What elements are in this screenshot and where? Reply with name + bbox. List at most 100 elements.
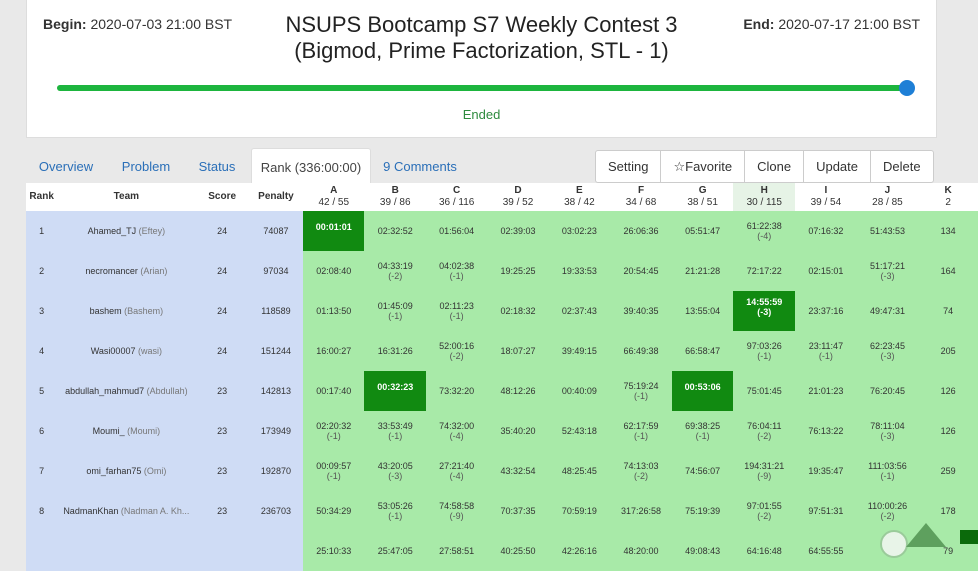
- problem-cell[interactable]: 62:17:59 (-1): [610, 411, 672, 451]
- header-problem-k[interactable]: K2: [918, 183, 978, 211]
- problem-cell[interactable]: 02:18:32: [487, 291, 549, 331]
- header-problem-g[interactable]: G 38 / 51: [671, 183, 734, 211]
- scroll-top-button[interactable]: [880, 530, 908, 558]
- problem-cell[interactable]: 74:32:00 (-4): [425, 411, 488, 451]
- problem-cell[interactable]: 75:19:24 (-1): [610, 371, 672, 411]
- problem-cell[interactable]: 76:20:45: [856, 371, 919, 411]
- header-problem-c[interactable]: C 36 / 116: [425, 183, 488, 211]
- problem-cell[interactable]: 75:01:45: [733, 371, 796, 411]
- problem-cell[interactable]: 01:45:09 (-1): [364, 291, 426, 331]
- team-cell[interactable]: bashem (Bashem): [57, 291, 196, 331]
- tab-rank[interactable]: Rank (336:00:00): [251, 148, 371, 184]
- tab-comments[interactable]: 9 Comments: [378, 148, 462, 184]
- team-cell[interactable]: Wasi00007 (wasi): [57, 331, 196, 371]
- team-username[interactable]: Wasi00007: [91, 346, 136, 356]
- header-problem-f[interactable]: F 34 / 68: [610, 183, 672, 211]
- problem-cell[interactable]: 33:53:49 (-1): [364, 411, 426, 451]
- problem-cell[interactable]: 25:10:33: [303, 531, 365, 571]
- problem-cell[interactable]: 76:13:22: [795, 411, 857, 451]
- problem-cell[interactable]: 02:32:52: [364, 211, 426, 251]
- problem-cell[interactable]: 02:11:23 (-1): [425, 291, 488, 331]
- team-username[interactable]: NadmanKhan: [63, 506, 118, 516]
- delete-button[interactable]: Delete: [871, 151, 933, 182]
- first-solve-cell[interactable]: 14:55:59 (-3): [733, 291, 796, 331]
- problem-cell[interactable]: 00:40:09: [548, 371, 611, 411]
- problem-cell[interactable]: 75:19:39: [671, 491, 734, 531]
- problem-cell[interactable]: 25:47:05: [364, 531, 426, 571]
- problem-cell[interactable]: 126: [918, 371, 978, 411]
- problem-cell[interactable]: 66:58:47: [671, 331, 734, 371]
- problem-cell[interactable]: 48:25:45: [548, 451, 611, 491]
- header-problem-i[interactable]: I 39 / 54: [795, 183, 857, 211]
- up-arrow-icon[interactable]: [906, 523, 946, 547]
- problem-cell[interactable]: 72:17:22: [733, 251, 796, 291]
- problem-cell[interactable]: 00:17:40: [303, 371, 365, 411]
- problem-cell[interactable]: 76:04:11 (-2): [733, 411, 796, 451]
- problem-cell[interactable]: 43:20:05 (-3): [364, 451, 426, 491]
- problem-cell[interactable]: 97:51:31: [795, 491, 857, 531]
- problem-cell[interactable]: 51:43:53: [856, 211, 919, 251]
- header-problem-b[interactable]: B 39 / 86: [364, 183, 426, 211]
- tab-problem[interactable]: Problem: [111, 148, 181, 184]
- problem-cell[interactable]: 97:03:26 (-1): [733, 331, 796, 371]
- clone-button[interactable]: Clone: [745, 151, 805, 182]
- team-cell[interactable]: Moumi_ (Moumi): [57, 411, 196, 451]
- problem-cell[interactable]: 48:12:26: [487, 371, 549, 411]
- problem-cell[interactable]: 52:00:16 (-2): [425, 331, 488, 371]
- problem-cell[interactable]: 21:01:23: [795, 371, 857, 411]
- problem-cell[interactable]: 50:34:29: [303, 491, 365, 531]
- team-cell[interactable]: omi_farhan75 (Omi): [57, 451, 196, 491]
- problem-cell[interactable]: 66:49:38: [610, 331, 672, 371]
- problem-cell[interactable]: 194:31:21 (-9): [733, 451, 796, 491]
- team-cell[interactable]: NadmanKhan (Nadman A. Kh...: [57, 491, 196, 531]
- problem-cell[interactable]: 23:37:16: [795, 291, 857, 331]
- problem-cell[interactable]: 02:39:03: [487, 211, 549, 251]
- problem-cell[interactable]: 48:20:00: [610, 531, 672, 571]
- problem-cell[interactable]: 52:43:18: [548, 411, 611, 451]
- problem-cell[interactable]: 64:55:55: [795, 531, 857, 571]
- tab-overview[interactable]: Overview: [26, 148, 106, 184]
- problem-cell[interactable]: 04:33:19 (-2): [364, 251, 426, 291]
- problem-cell[interactable]: 259: [918, 451, 978, 491]
- problem-cell[interactable]: 64:16:48: [733, 531, 796, 571]
- problem-cell[interactable]: 49:08:43: [671, 531, 734, 571]
- problem-cell[interactable]: 74: [918, 291, 978, 331]
- problem-cell[interactable]: 21:21:28: [671, 251, 734, 291]
- problem-cell[interactable]: 39:40:35: [610, 291, 672, 331]
- problem-cell[interactable]: 70:59:19: [548, 491, 611, 531]
- header-problem-a[interactable]: A 42 / 55: [303, 183, 365, 211]
- problem-cell[interactable]: 43:32:54: [487, 451, 549, 491]
- problem-cell[interactable]: 39:49:15: [548, 331, 611, 371]
- problem-cell[interactable]: 205: [918, 331, 978, 371]
- header-problem-e[interactable]: E 38 / 42: [548, 183, 611, 211]
- team-cell[interactable]: abdullah_mahmud7 (Abdullah): [57, 371, 196, 411]
- team-username[interactable]: Moumi_: [93, 426, 125, 436]
- problem-cell[interactable]: 07:16:32: [795, 211, 857, 251]
- problem-cell[interactable]: 134: [918, 211, 978, 251]
- team-username[interactable]: Ahamed_TJ: [88, 226, 137, 236]
- problem-cell[interactable]: 78:11:04 (-3): [856, 411, 919, 451]
- problem-cell[interactable]: 62:23:45 (-3): [856, 331, 919, 371]
- problem-cell[interactable]: 20:54:45: [610, 251, 672, 291]
- problem-cell[interactable]: 111:03:56 (-1): [856, 451, 919, 491]
- team-cell[interactable]: necromancer (Arian): [57, 251, 196, 291]
- problem-cell[interactable]: 74:58:58 (-9): [425, 491, 488, 531]
- problem-cell[interactable]: 26:06:36: [610, 211, 672, 251]
- problem-cell[interactable]: 164: [918, 251, 978, 291]
- problem-cell[interactable]: 00:09:57 (-1): [303, 451, 365, 491]
- first-solve-cell[interactable]: 00:53:06: [671, 371, 734, 411]
- problem-cell[interactable]: 61:22:38 (-4): [733, 211, 796, 251]
- problem-cell[interactable]: 40:25:50: [487, 531, 549, 571]
- problem-cell[interactable]: 317:26:58: [610, 491, 672, 531]
- problem-cell[interactable]: 02:15:01: [795, 251, 857, 291]
- problem-cell[interactable]: 02:08:40: [303, 251, 365, 291]
- header-problem-d[interactable]: D 39 / 52: [487, 183, 549, 211]
- problem-cell[interactable]: 70:37:35: [487, 491, 549, 531]
- problem-cell[interactable]: 69:38:25 (-1): [671, 411, 734, 451]
- problem-cell[interactable]: 05:51:47: [671, 211, 734, 251]
- problem-cell[interactable]: 73:32:20: [425, 371, 488, 411]
- first-solve-cell[interactable]: 00:01:01: [303, 211, 365, 251]
- contest-progress-knob[interactable]: [899, 80, 915, 96]
- first-solve-cell[interactable]: 00:32:23: [364, 371, 426, 411]
- team-username[interactable]: omi_farhan75: [86, 466, 141, 476]
